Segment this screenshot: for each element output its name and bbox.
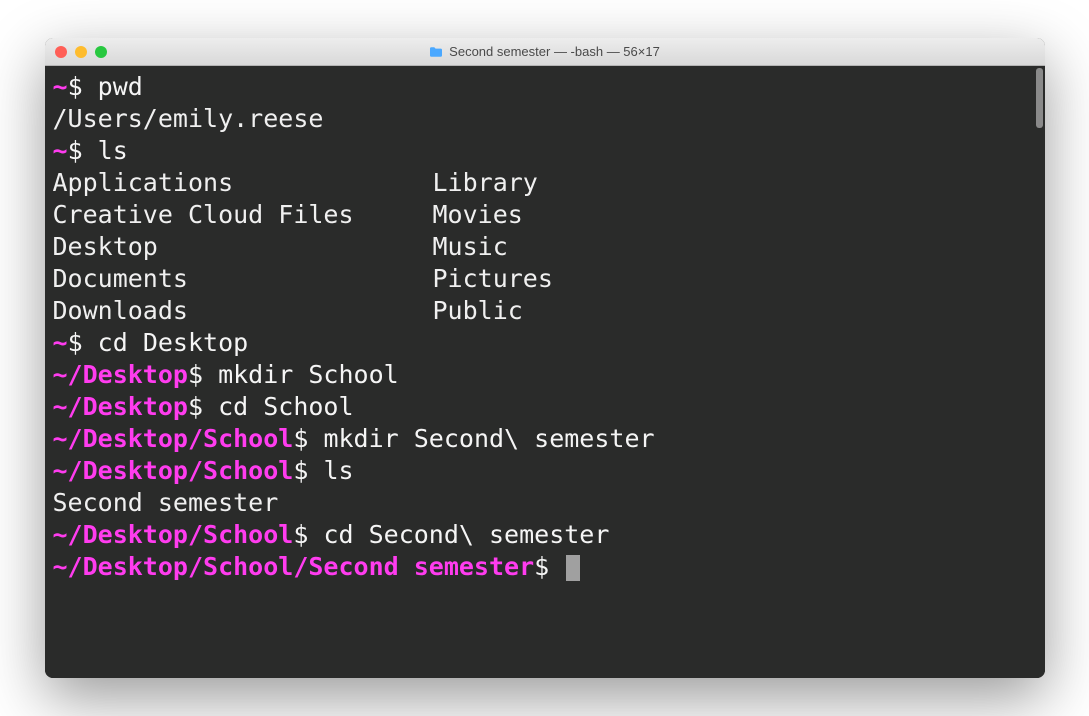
scrollbar[interactable]: [1028, 68, 1043, 674]
output-line: /Users/emily.reese: [53, 103, 1037, 135]
command-text: cd Second\ semester: [323, 520, 609, 549]
ls-entry: Creative Cloud Files: [53, 199, 433, 231]
terminal-line: ~/Desktop/School/Second semester$: [53, 551, 1037, 583]
prompt-path: ~/Desktop: [53, 392, 188, 421]
prompt-path: ~/Desktop/School/Second semester: [53, 552, 535, 581]
terminal-content[interactable]: ~$ pwd/Users/emily.reese~$ lsApplication…: [45, 66, 1045, 678]
ls-entry: Music: [433, 231, 553, 263]
prompt-path: ~/Desktop: [53, 360, 188, 389]
ls-column: ApplicationsCreative Cloud FilesDesktopD…: [53, 167, 433, 327]
terminal-line: ~/Desktop$ mkdir School: [53, 359, 1037, 391]
terminal-window: Second semester — -bash — 56×17 ~$ pwd/U…: [45, 38, 1045, 678]
prompt-path: ~/Desktop/School: [53, 424, 294, 453]
command-text: pwd: [98, 72, 143, 101]
ls-entry: Documents: [53, 263, 433, 295]
terminal-line: ~$ cd Desktop: [53, 327, 1037, 359]
prompt-symbol: $: [534, 552, 564, 581]
prompt-symbol: $: [68, 136, 98, 165]
terminal-line: ~/Desktop/School$ mkdir Second\ semester: [53, 423, 1037, 455]
scrollbar-thumb[interactable]: [1036, 68, 1043, 128]
ls-entry: Movies: [433, 199, 553, 231]
prompt-symbol: $: [293, 424, 323, 453]
terminal-line: ~/Desktop/School$ ls: [53, 455, 1037, 487]
prompt-path: ~/Desktop/School: [53, 520, 294, 549]
ls-entry: Library: [433, 167, 553, 199]
output-line: Second semester: [53, 487, 1037, 519]
window-title-text: Second semester — -bash — 56×17: [449, 44, 660, 59]
terminal-line: ~$ pwd: [53, 71, 1037, 103]
prompt-path: ~/Desktop/School: [53, 456, 294, 485]
prompt-symbol: $: [188, 360, 218, 389]
command-text: cd Desktop: [98, 328, 249, 357]
prompt-path: ~: [53, 72, 68, 101]
prompt-symbol: $: [293, 456, 323, 485]
ls-entry: Desktop: [53, 231, 433, 263]
prompt-symbol: $: [68, 72, 98, 101]
maximize-button[interactable]: [95, 46, 107, 58]
command-text: ls: [98, 136, 128, 165]
prompt-symbol: $: [188, 392, 218, 421]
terminal-line: ~$ ls: [53, 135, 1037, 167]
ls-entry: Public: [433, 295, 553, 327]
minimize-button[interactable]: [75, 46, 87, 58]
traffic-lights: [55, 46, 107, 58]
prompt-path: ~: [53, 136, 68, 165]
prompt-symbol: $: [293, 520, 323, 549]
terminal-line: ~/Desktop$ cd School: [53, 391, 1037, 423]
prompt-symbol: $: [68, 328, 98, 357]
close-button[interactable]: [55, 46, 67, 58]
command-text: mkdir School: [218, 360, 399, 389]
command-text: cd School: [218, 392, 353, 421]
ls-column: LibraryMoviesMusicPicturesPublic: [433, 167, 553, 327]
titlebar[interactable]: Second semester — -bash — 56×17: [45, 38, 1045, 66]
command-text: ls: [323, 456, 353, 485]
terminal-line: ~/Desktop/School$ cd Second\ semester: [53, 519, 1037, 551]
ls-output: ApplicationsCreative Cloud FilesDesktopD…: [53, 167, 1037, 327]
prompt-path: ~: [53, 328, 68, 357]
folder-icon: [429, 46, 443, 58]
cursor: [566, 555, 580, 581]
ls-entry: Downloads: [53, 295, 433, 327]
window-title: Second semester — -bash — 56×17: [55, 44, 1035, 59]
ls-entry: Applications: [53, 167, 433, 199]
command-text: mkdir Second\ semester: [323, 424, 654, 453]
ls-entry: Pictures: [433, 263, 553, 295]
